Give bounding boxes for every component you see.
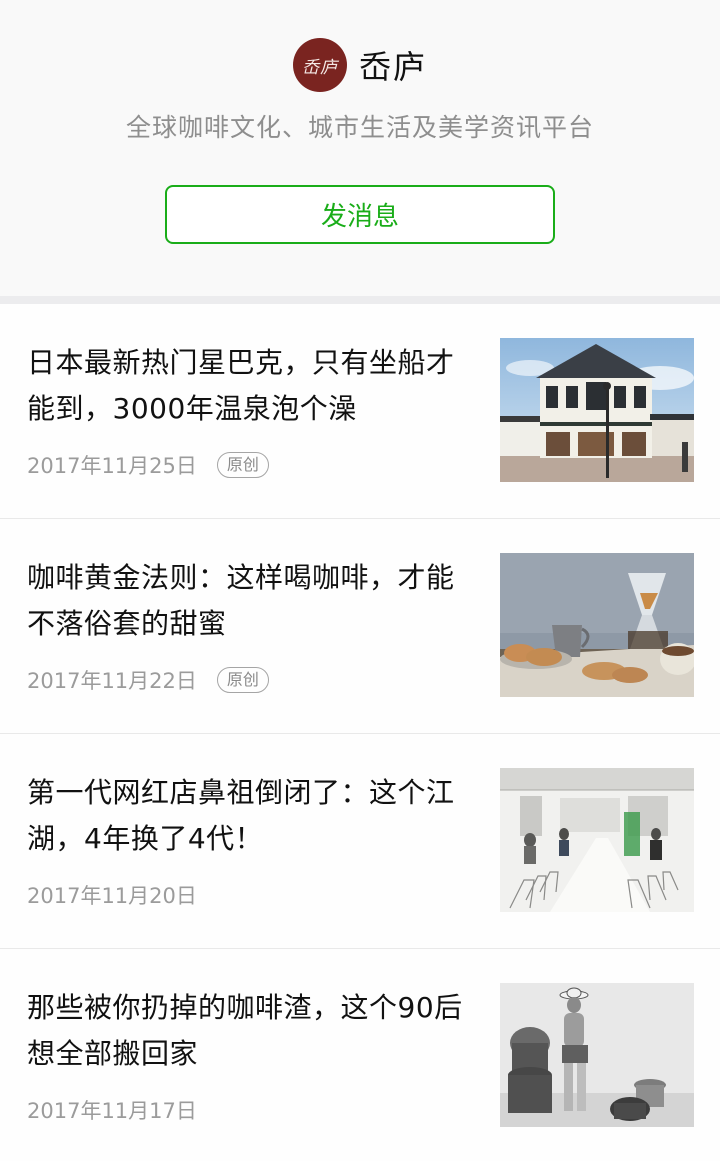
article-list: 日本最新热门星巴克，只有坐船才能到，3000年温泉泡个澡 2017年11月25日… [0, 304, 720, 1161]
article-item[interactable]: 那些被你扔掉的咖啡渣，这个90后想全部搬回家 2017年11月17日 [0, 949, 720, 1161]
article-meta: 2017年11月25日 原创 [27, 450, 269, 480]
article-title[interactable]: 第一代网红店鼻祖倒闭了：这个江湖，4年换了4代！ [27, 770, 477, 862]
original-badge: 原创 [216, 667, 269, 693]
starbucks-building-image[interactable] [500, 338, 694, 482]
article-date: 2017年11月22日 [27, 669, 197, 693]
article-item[interactable]: 咖啡黄金法则：这样喝咖啡，才能不落俗套的甜蜜 2017年11月22日 原创 [0, 519, 720, 734]
article-date: 2017年11月20日 [27, 884, 197, 908]
article-date: 2017年11月17日 [27, 1099, 197, 1123]
cafe-interior-image[interactable] [500, 768, 694, 912]
article-title[interactable]: 咖啡黄金法则：这样喝咖啡，才能不落俗套的甜蜜 [27, 555, 477, 647]
original-badge: 原创 [216, 452, 269, 478]
section-divider [0, 296, 720, 304]
article-title[interactable]: 日本最新热门星巴克，只有坐船才能到，3000年温泉泡个澡 [27, 340, 477, 432]
account-profile-header: 岙庐 岙庐 全球咖啡文化、城市生活及美学资讯平台 发消息 [0, 0, 720, 296]
account-name: 岙庐 [358, 48, 427, 86]
account-tagline: 全球咖啡文化、城市生活及美学资讯平台 [125, 113, 594, 142]
article-meta: 2017年11月20日 [27, 880, 197, 910]
article-meta: 2017年11月22日 原创 [27, 665, 269, 695]
coffee-table-image[interactable] [500, 553, 694, 697]
article-item[interactable]: 日本最新热门星巴克，只有坐船才能到，3000年温泉泡个澡 2017年11月25日… [0, 304, 720, 519]
woman-pottery-image[interactable] [500, 983, 694, 1127]
account-logo[interactable]: 岙庐 [292, 38, 347, 92]
article-title[interactable]: 那些被你扔掉的咖啡渣，这个90后想全部搬回家 [27, 985, 477, 1077]
article-meta: 2017年11月17日 [27, 1095, 197, 1125]
account-brand: 岙庐 岙庐 [0, 38, 720, 92]
article-date: 2017年11月25日 [27, 454, 197, 478]
send-message-button[interactable]: 发消息 [165, 185, 555, 244]
article-item[interactable]: 第一代网红店鼻祖倒闭了：这个江湖，4年换了4代！ 2017年11月20日 [0, 734, 720, 949]
